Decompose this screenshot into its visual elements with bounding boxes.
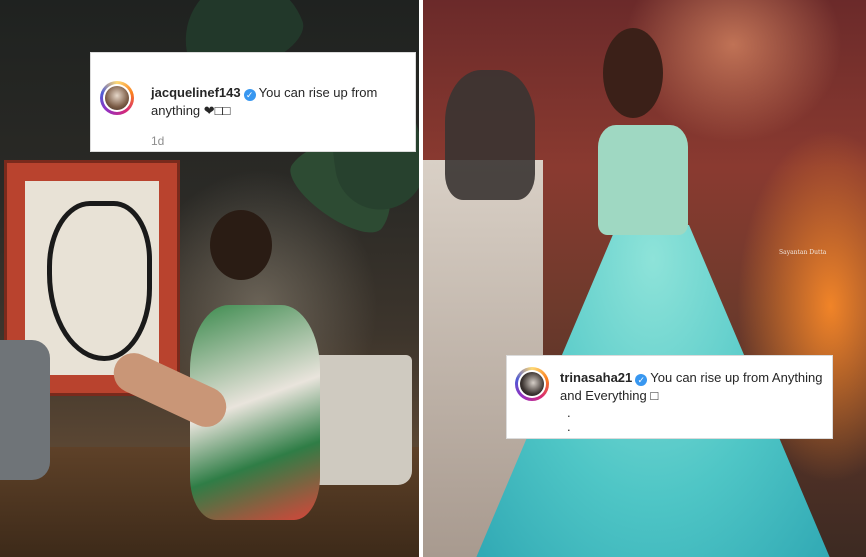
comment-card-trina: trinasaha21 ✓ You can rise up from Anythin… — [506, 355, 833, 439]
avatar-photo — [520, 372, 544, 396]
comment-text-block: jacquelinef143 ✓ You can rise up from anyt… — [151, 84, 409, 120]
woman-head — [210, 210, 272, 280]
woman-head — [603, 28, 663, 118]
username-link[interactable]: trinasaha21 — [560, 370, 632, 385]
sofa — [0, 340, 50, 480]
right-photo: Sayantan Dutta — [423, 0, 866, 557]
comment-card-jacqueline: jacquelinef143 ✓ You can rise up from anyt… — [90, 52, 416, 152]
avatar[interactable] — [515, 367, 549, 401]
verified-badge-icon: ✓ — [635, 374, 648, 386]
avatar-ring-inner — [103, 84, 131, 112]
avatar[interactable] — [100, 81, 134, 115]
username-link[interactable]: jacquelinef143 — [151, 85, 241, 100]
avatar-ring-inner — [518, 370, 546, 398]
photo-credit-watermark: Sayantan Dutta — [779, 249, 827, 256]
continuation-line: . — [567, 419, 571, 434]
seated-woman — [107, 210, 320, 530]
comment-continuation: . . — [567, 406, 571, 434]
verified-badge-icon: ✓ — [243, 89, 256, 101]
eagle-statue — [445, 70, 535, 200]
comment-timestamp[interactable]: 1d — [151, 134, 164, 148]
avatar-photo — [105, 86, 129, 110]
gown-bodice — [598, 125, 688, 235]
painting-face — [47, 201, 152, 361]
continuation-line: . — [567, 405, 571, 420]
comment-text-block: trinasaha21 ✓ You can rise up from Anythin… — [560, 369, 828, 405]
